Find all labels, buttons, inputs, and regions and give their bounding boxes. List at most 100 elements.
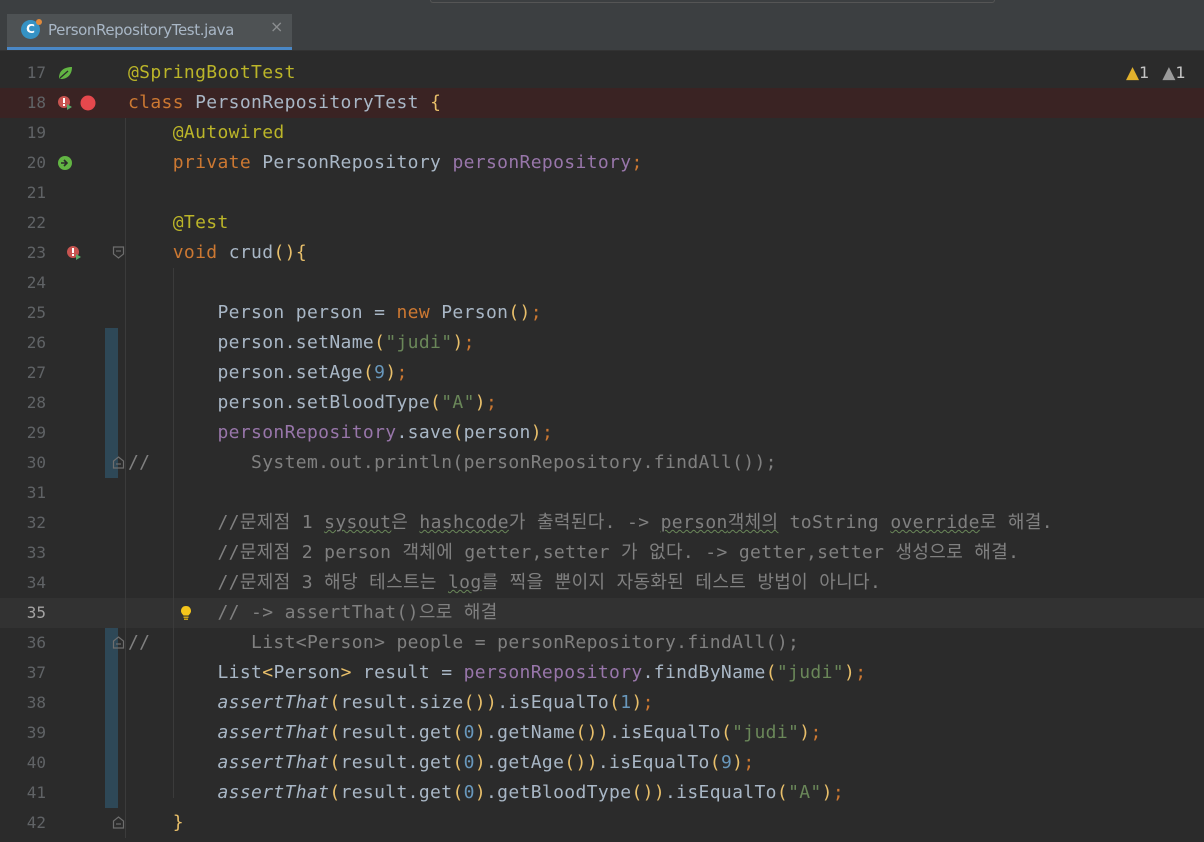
- code-text[interactable]: person.setName("judi");: [128, 328, 475, 358]
- line-number[interactable]: 17: [0, 58, 46, 88]
- code-text[interactable]: @Autowired: [128, 118, 285, 148]
- code-line[interactable]: 41 assertThat(result.get(0).getBloodType…: [0, 778, 1204, 808]
- code-text[interactable]: //문제점 3 해당 테스트는 log를 찍을 뿐이지 자동화된 테스트 방법이…: [128, 568, 881, 598]
- line-number[interactable]: 21: [0, 178, 46, 208]
- code-text[interactable]: assertThat(result.get(0).getAge()).isEqu…: [128, 748, 755, 778]
- code-line[interactable]: 24: [0, 268, 1204, 298]
- line-number[interactable]: 35: [0, 598, 46, 628]
- java-class-icon: C: [21, 19, 42, 39]
- code-token: personRepository: [463, 662, 643, 683]
- code-line[interactable]: 28 person.setBloodType("A");: [0, 388, 1204, 418]
- code-text[interactable]: private PersonRepository personRepositor…: [128, 148, 643, 178]
- code-line[interactable]: 23 void crud(){: [0, 238, 1204, 268]
- code-text[interactable]: personRepository.save(person);: [128, 418, 553, 448]
- code-token: ;: [810, 722, 822, 743]
- code-line[interactable]: 34 //문제점 3 해당 테스트는 log를 찍을 뿐이지 자동화된 테스트 …: [0, 568, 1204, 598]
- code-token: ): [653, 782, 665, 803]
- code-line[interactable]: 19 @Autowired: [0, 118, 1204, 148]
- code-text[interactable]: // List<Person> people = personRepositor…: [128, 628, 799, 658]
- line-number[interactable]: 28: [0, 388, 46, 418]
- code-line[interactable]: 42 }: [0, 808, 1204, 838]
- line-number[interactable]: 34: [0, 568, 46, 598]
- code-text[interactable]: //문제점 1 sysout은 hashcode가 출력된다. -> perso…: [128, 508, 1053, 538]
- line-number[interactable]: 27: [0, 358, 46, 388]
- code-text[interactable]: @SpringBootTest: [128, 58, 296, 88]
- inspection-widget[interactable]: ▲1 ▲1: [1126, 58, 1186, 88]
- code-line[interactable]: 20 private PersonRepository personReposi…: [0, 148, 1204, 178]
- code-token: ): [530, 422, 542, 443]
- code-line[interactable]: 18 class PersonRepositoryTest {: [0, 88, 1204, 118]
- line-number[interactable]: 31: [0, 478, 46, 508]
- vcs-change-marker[interactable]: [105, 628, 118, 808]
- line-number[interactable]: 24: [0, 268, 46, 298]
- code-line[interactable]: 33 //문제점 2 person 객체에 getter,setter 가 없다…: [0, 538, 1204, 568]
- line-number[interactable]: 36: [0, 628, 46, 658]
- lightbulb-icon[interactable]: [178, 605, 194, 621]
- code-line[interactable]: 17 @SpringBootTest: [0, 58, 1204, 88]
- code-line[interactable]: 29 personRepository.save(person);: [0, 418, 1204, 448]
- close-icon[interactable]: ×: [270, 17, 283, 36]
- code-line[interactable]: 39 assertThat(result.get(0).getName()).i…: [0, 718, 1204, 748]
- fold-marker-icon[interactable]: [112, 636, 125, 649]
- code-editor[interactable]: 17 @SpringBootTest 18 class PersonRepositor…: [0, 58, 1204, 842]
- code-token: (): [631, 782, 654, 803]
- code-token: ;: [631, 152, 643, 173]
- code-line[interactable]: 27 person.setAge(9);: [0, 358, 1204, 388]
- code-line[interactable]: 36 // List<Person> people = personReposit…: [0, 628, 1204, 658]
- fold-marker-icon[interactable]: [112, 246, 125, 259]
- breakpoint-icon[interactable]: [80, 95, 96, 111]
- code-line[interactable]: 31: [0, 478, 1204, 508]
- code-line[interactable]: 26 person.setName("judi");: [0, 328, 1204, 358]
- code-token: <: [262, 662, 274, 683]
- code-line[interactable]: 30 // System.out.println(personRepository…: [0, 448, 1204, 478]
- run-test-icon[interactable]: [66, 245, 82, 261]
- tab-person-repository-test[interactable]: C PersonRepositoryTest.java ×: [7, 14, 292, 50]
- spring-bean-icon[interactable]: [57, 65, 73, 81]
- line-number[interactable]: 38: [0, 688, 46, 718]
- tab-label: PersonRepositoryTest.java: [48, 21, 234, 39]
- line-number[interactable]: 20: [0, 148, 46, 178]
- line-number[interactable]: 26: [0, 328, 46, 358]
- run-test-icon[interactable]: [57, 95, 73, 111]
- fold-marker-icon[interactable]: [112, 816, 125, 829]
- line-number[interactable]: 39: [0, 718, 46, 748]
- code-text[interactable]: }: [128, 808, 184, 838]
- line-number[interactable]: 33: [0, 538, 46, 568]
- code-line[interactable]: 40 assertThat(result.get(0).getAge()).is…: [0, 748, 1204, 778]
- code-line[interactable]: 25 Person person = new Person();: [0, 298, 1204, 328]
- code-text[interactable]: @Test: [128, 208, 229, 238]
- line-number[interactable]: 19: [0, 118, 46, 148]
- code-text[interactable]: assertThat(result.get(0).getName()).isEq…: [128, 718, 822, 748]
- fold-marker-icon[interactable]: [112, 456, 125, 469]
- code-line[interactable]: 21: [0, 178, 1204, 208]
- code-token: person.setAge: [128, 362, 363, 383]
- line-number[interactable]: 29: [0, 418, 46, 448]
- line-number[interactable]: 32: [0, 508, 46, 538]
- code-line[interactable]: 37 List<Person> result = personRepositor…: [0, 658, 1204, 688]
- code-text[interactable]: //문제점 2 person 객체에 getter,setter 가 없다. -…: [128, 538, 1019, 568]
- line-number[interactable]: 30: [0, 448, 46, 478]
- code-text[interactable]: // System.out.println(personRepository.f…: [128, 448, 777, 478]
- code-text[interactable]: void crud(){: [128, 238, 307, 268]
- code-line[interactable]: 22 @Test: [0, 208, 1204, 238]
- code-line[interactable]: 32 //문제점 1 sysout은 hashcode가 출력된다. -> pe…: [0, 508, 1204, 538]
- line-number[interactable]: 37: [0, 658, 46, 688]
- line-number[interactable]: 40: [0, 748, 46, 778]
- code-text[interactable]: class PersonRepositoryTest {: [128, 88, 441, 118]
- line-number[interactable]: 25: [0, 298, 46, 328]
- line-number[interactable]: 18: [0, 88, 46, 118]
- line-number[interactable]: 23: [0, 238, 46, 268]
- code-text[interactable]: person.setBloodType("A");: [128, 388, 497, 418]
- line-number[interactable]: 42: [0, 808, 46, 838]
- code-text[interactable]: Person person = new Person();: [128, 298, 542, 328]
- code-token: result.get: [340, 722, 453, 743]
- code-line[interactable]: 38 assertThat(result.size()).isEqualTo(1…: [0, 688, 1204, 718]
- spring-autowired-icon[interactable]: [57, 155, 73, 171]
- code-token: PersonRepositoryTest: [195, 92, 431, 113]
- line-number[interactable]: 22: [0, 208, 46, 238]
- code-text[interactable]: assertThat(result.size()).isEqualTo(1);: [128, 688, 654, 718]
- line-number[interactable]: 41: [0, 778, 46, 808]
- code-text[interactable]: List<Person> result = personRepository.f…: [128, 658, 866, 688]
- code-text[interactable]: assertThat(result.get(0).getBloodType())…: [128, 778, 844, 808]
- code-text[interactable]: person.setAge(9);: [128, 358, 408, 388]
